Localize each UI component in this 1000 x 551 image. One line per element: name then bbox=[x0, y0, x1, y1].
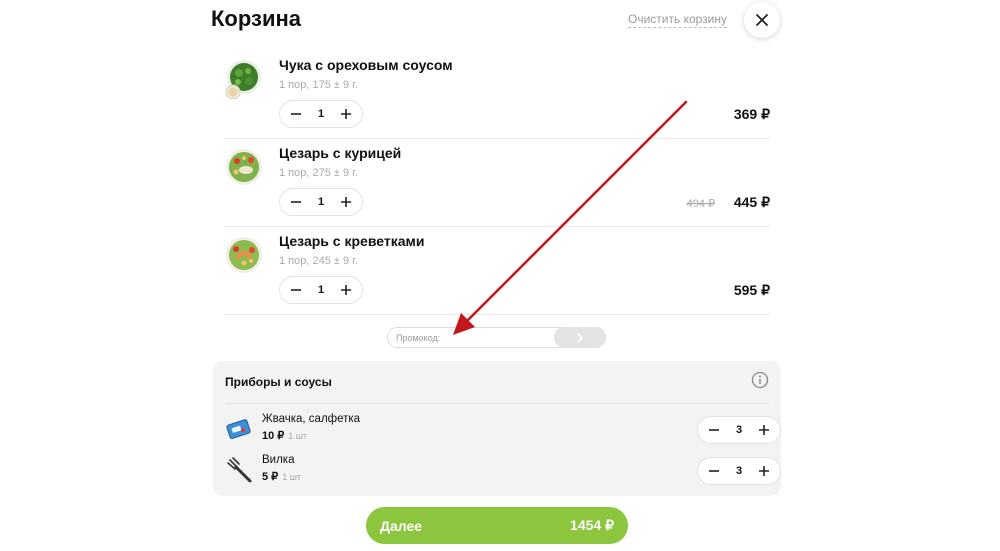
increase-button[interactable] bbox=[756, 463, 772, 479]
next-button-label: Далее bbox=[380, 517, 423, 534]
cutlery-sauces-panel: Приборы и соусы Жвачка, салфетка 10 ₽1 ш… bbox=[213, 361, 781, 496]
decrease-button[interactable] bbox=[706, 422, 722, 438]
item-name: Цезарь с курицей bbox=[279, 145, 402, 161]
item-name: Чука с ореховым соусом bbox=[279, 57, 453, 73]
close-icon bbox=[756, 14, 768, 26]
plus-icon bbox=[759, 466, 769, 476]
caesar-chicken-dish-icon bbox=[226, 149, 262, 185]
item-price: 445 ₽ bbox=[733, 194, 770, 210]
item-weight: 1 пор, 245 ± 9 г. bbox=[279, 255, 358, 267]
quantity-stepper: 1 bbox=[279, 276, 363, 304]
promo-code-field bbox=[387, 327, 606, 348]
unit-label: 1 шт bbox=[282, 472, 302, 482]
extra-item-price: 5 ₽1 шт bbox=[262, 470, 301, 483]
decrease-button[interactable] bbox=[288, 282, 304, 298]
increase-button[interactable] bbox=[756, 422, 772, 438]
item-weight: 1 пор, 275 ± 9 г. bbox=[279, 167, 358, 179]
quantity-stepper: 1 bbox=[279, 188, 363, 216]
info-icon[interactable] bbox=[751, 371, 769, 389]
item-price: 595 ₽ bbox=[733, 282, 770, 298]
quantity-value: 3 bbox=[735, 424, 743, 436]
minus-icon bbox=[291, 113, 301, 115]
fork-icon bbox=[227, 457, 252, 483]
increase-button[interactable] bbox=[338, 282, 354, 298]
divider bbox=[225, 403, 769, 404]
quantity-stepper: 1 bbox=[279, 100, 363, 128]
quantity-value: 3 bbox=[735, 465, 743, 477]
plus-icon bbox=[341, 285, 351, 295]
item-weight: 1 пор, 175 ± 9 г. bbox=[279, 79, 358, 91]
cart-page: Корзина Очистить корзину Чука с ореховым… bbox=[0, 0, 1000, 551]
minus-icon bbox=[709, 470, 719, 472]
item-price: 369 ₽ bbox=[733, 106, 770, 122]
page-title: Корзина bbox=[211, 6, 301, 31]
extra-item-name: Вилка bbox=[262, 454, 295, 466]
extra-item: Вилка 5 ₽1 шт 3 bbox=[225, 452, 781, 492]
price-value: 5 ₽ bbox=[262, 471, 279, 483]
plus-icon bbox=[759, 425, 769, 435]
price-value: 10 ₽ bbox=[262, 430, 285, 442]
chevron-right-icon bbox=[577, 332, 583, 343]
gum-napkin-icon bbox=[226, 419, 251, 440]
clear-cart-link[interactable]: Очистить корзину bbox=[628, 12, 727, 28]
caesar-shrimp-dish-icon bbox=[226, 237, 262, 273]
quantity-value: 1 bbox=[317, 196, 325, 208]
plus-icon bbox=[341, 109, 351, 119]
item-name: Цезарь с креветками bbox=[279, 233, 425, 249]
panel-title: Приборы и соусы bbox=[225, 375, 332, 389]
decrease-button[interactable] bbox=[288, 106, 304, 122]
minus-icon bbox=[709, 429, 719, 431]
unit-label: 1 шт bbox=[288, 431, 308, 441]
quantity-stepper: 3 bbox=[697, 457, 781, 485]
increase-button[interactable] bbox=[338, 194, 354, 210]
quantity-value: 1 bbox=[317, 108, 325, 120]
old-price: 494 ₽ bbox=[686, 198, 715, 210]
extra-item-name: Жвачка, салфетка bbox=[262, 413, 361, 425]
quantity-value: 1 bbox=[317, 284, 325, 296]
decrease-button[interactable] bbox=[706, 463, 722, 479]
promo-code-input[interactable] bbox=[396, 330, 546, 345]
order-total: 1454 ₽ bbox=[570, 517, 614, 533]
salad-dish-icon bbox=[225, 60, 261, 99]
extra-item: Жвачка, салфетка 10 ₽1 шт 3 bbox=[225, 411, 781, 451]
promo-apply-button[interactable] bbox=[554, 327, 606, 348]
minus-icon bbox=[291, 289, 301, 291]
increase-button[interactable] bbox=[338, 106, 354, 122]
close-button[interactable] bbox=[744, 2, 780, 38]
decrease-button[interactable] bbox=[288, 194, 304, 210]
minus-icon bbox=[291, 201, 301, 203]
cart-item: Цезарь с креветками 1 пор, 245 ± 9 г. 1 … bbox=[224, 227, 770, 315]
plus-icon bbox=[341, 197, 351, 207]
next-button[interactable]: Далее 1454 ₽ bbox=[366, 507, 628, 544]
quantity-stepper: 3 bbox=[697, 416, 781, 444]
cart-item: Цезарь с курицей 1 пор, 275 ± 9 г. 1 494… bbox=[224, 139, 770, 227]
cart-item: Чука с ореховым соусом 1 пор, 175 ± 9 г.… bbox=[224, 51, 770, 139]
extra-item-price: 10 ₽1 шт bbox=[262, 429, 307, 442]
